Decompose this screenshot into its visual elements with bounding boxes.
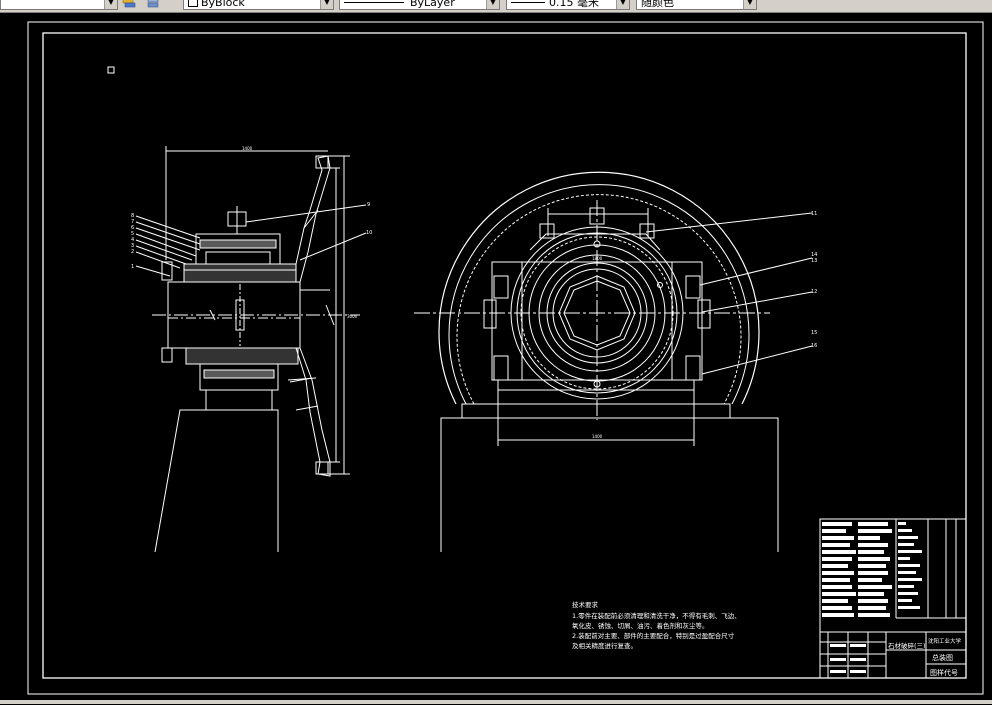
callout-label: 11 <box>811 211 817 217</box>
color-control[interactable]: ByBlock ▼ <box>183 0 334 10</box>
layer-control[interactable]: ▼ <box>0 0 118 10</box>
dim-bearing-right: 1800 <box>592 256 603 261</box>
linetype-sample <box>344 2 404 3</box>
plotstyle-control-value: 随颜色 <box>641 0 674 9</box>
ucs-marker <box>107 66 115 74</box>
title-school: 沈阳工业大学 <box>928 637 962 645</box>
callout-label: 2 <box>131 249 134 255</box>
properties-toolbar: ▼ ByBlock ▼ ByLayer ▼ 0.15 毫米 ▼ 随颜色 ▼ <box>0 0 992 13</box>
title-drawing-code: 图样代号 <box>930 668 958 677</box>
dim-height-left: 3000 <box>347 314 358 319</box>
title-drawing-name: 总装图 <box>932 653 953 662</box>
right-end-view <box>414 171 813 552</box>
callout-label: 15 <box>811 330 817 336</box>
lineweight-control-value: 0.15 毫米 <box>549 0 599 9</box>
chevron-down-icon[interactable]: ▼ <box>743 0 756 9</box>
tech-line: 氧化皮、锈蚀、切屑、油污、着色剂和灰尘等。 <box>572 621 709 630</box>
chevron-down-icon[interactable]: ▼ <box>320 0 333 9</box>
drawing-svg: 1400 3000 1800 1400 8 7 6 5 4 3 2 1 9 10… <box>27 21 984 695</box>
right-callouts: 11 14 13 12 15 16 <box>811 211 817 349</box>
callout-label: 13 <box>811 258 817 264</box>
drawing-canvas[interactable]: 1400 3000 1800 1400 8 7 6 5 4 3 2 1 9 10… <box>0 13 992 701</box>
tech-heading: 技术要求 <box>572 600 599 609</box>
layer-stack-icon[interactable] <box>122 0 136 10</box>
callout-label: 16 <box>811 343 817 349</box>
chevron-down-icon[interactable]: ▼ <box>486 0 499 9</box>
dim-base-right: 1400 <box>592 434 603 439</box>
chevron-down-icon[interactable]: ▼ <box>104 0 117 9</box>
color-swatch <box>188 0 198 7</box>
callout-label: 9 <box>367 202 370 208</box>
title-project: 石材破碎(三) <box>888 641 926 650</box>
tech-line: 1.零件在装配前必须清理和清洗干净，不得有毛刺、飞边、 <box>572 611 741 620</box>
plotstyle-control[interactable]: 随颜色 ▼ <box>636 0 757 10</box>
callout-label: 1 <box>131 264 134 270</box>
chevron-down-icon[interactable]: ▼ <box>616 0 629 9</box>
color-control-value: ByBlock <box>201 0 245 9</box>
callout-label: 10 <box>366 230 372 236</box>
dim-top-left: 1400 <box>242 146 253 151</box>
status-bar <box>0 700 992 704</box>
linetype-control[interactable]: ByLayer ▼ <box>339 0 500 10</box>
tech-line: 2.装配前对主要、部件的主要配合，特别是过盈配合尺寸 <box>572 631 735 640</box>
callout-label: 12 <box>811 289 817 295</box>
linetype-control-value: ByLayer <box>410 0 455 9</box>
layer-previous-icon[interactable] <box>146 0 160 10</box>
tech-line: 及相关精度进行复查。 <box>572 641 637 650</box>
lineweight-sample <box>511 2 545 3</box>
lineweight-control[interactable]: 0.15 毫米 ▼ <box>506 0 630 10</box>
tech-requirements: 技术要求 1.零件在装配前必须清理和清洗干净，不得有毛刺、飞边、 氧化皮、锈蚀、… <box>572 600 741 650</box>
left-section-view <box>135 146 367 553</box>
